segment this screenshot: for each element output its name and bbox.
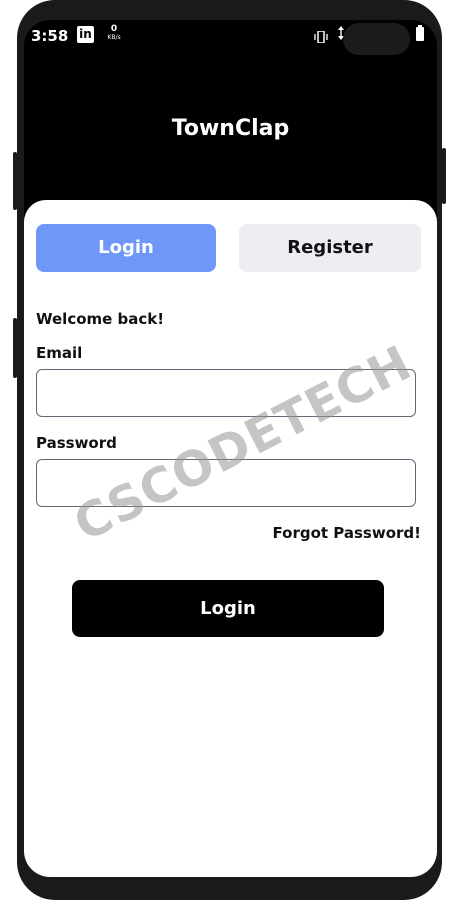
password-field[interactable] — [36, 459, 416, 507]
linkedin-icon: in — [77, 26, 94, 43]
power-button — [13, 152, 17, 210]
status-time: 3:58 — [31, 27, 69, 45]
tab-register[interactable]: Register — [239, 224, 421, 272]
tab-login[interactable]: Login — [36, 224, 216, 272]
app-title: TownClap — [171, 116, 290, 141]
battery-icon — [416, 25, 424, 41]
email-field[interactable] — [36, 369, 416, 417]
status-bar: 3:58 in 0 KB/s — [24, 20, 437, 56]
network-speed-value: 0 — [110, 24, 118, 34]
forgot-password-link[interactable]: Forgot Password! — [273, 524, 421, 542]
login-button[interactable]: Login — [72, 580, 384, 637]
volume-button — [13, 318, 17, 378]
network-speed-unit: KB/s — [107, 34, 121, 41]
side-key — [442, 148, 446, 204]
email-label: Email — [36, 344, 83, 362]
network-speed: 0 KB/s — [103, 25, 125, 42]
welcome-text: Welcome back! — [36, 310, 165, 328]
screen: 3:58 in 0 KB/s TownClap Login Register W… — [24, 20, 437, 877]
auth-sheet: Login Register Welcome back! Email Passw… — [24, 200, 437, 877]
camera-cutout — [343, 23, 410, 55]
password-label: Password — [36, 434, 117, 452]
vibrate-icon — [314, 28, 328, 47]
